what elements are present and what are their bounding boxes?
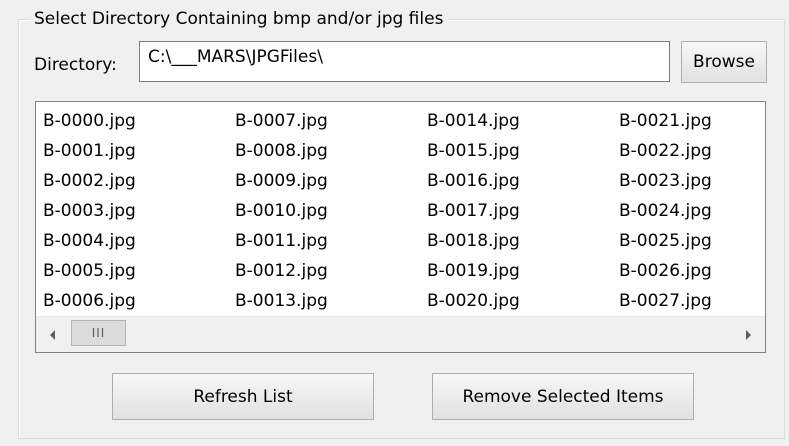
list-item[interactable]: B-0014.jpg: [423, 106, 603, 136]
list-item[interactable]: B-0021.jpg: [615, 106, 765, 136]
horizontal-scrollbar[interactable]: III: [36, 316, 765, 352]
groupbox-title: Select Directory Containing bmp and/or j…: [30, 6, 448, 32]
list-item[interactable]: B-0009.jpg: [231, 166, 411, 196]
file-list-column: B-0014.jpg B-0015.jpg B-0016.jpg B-0017.…: [423, 106, 603, 316]
list-item[interactable]: B-0020.jpg: [423, 286, 603, 316]
refresh-list-button[interactable]: Refresh List: [112, 373, 374, 420]
file-list-viewport: B-0000.jpg B-0001.jpg B-0002.jpg B-0003.…: [36, 102, 765, 316]
list-item[interactable]: B-0006.jpg: [39, 286, 219, 316]
list-item[interactable]: B-0007.jpg: [231, 106, 411, 136]
list-item[interactable]: B-0027.jpg: [615, 286, 765, 316]
list-item[interactable]: B-0010.jpg: [231, 196, 411, 226]
directory-input[interactable]: C:\___MARS\JPGFiles\: [139, 41, 670, 82]
directory-label: Directory:: [34, 55, 117, 75]
list-item[interactable]: B-0026.jpg: [615, 256, 765, 286]
list-item[interactable]: B-0025.jpg: [615, 226, 765, 256]
list-item[interactable]: B-0001.jpg: [39, 136, 219, 166]
remove-selected-items-button[interactable]: Remove Selected Items: [432, 373, 694, 420]
file-list-column: B-0021.jpg B-0022.jpg B-0023.jpg B-0024.…: [615, 106, 765, 316]
list-item[interactable]: B-0005.jpg: [39, 256, 219, 286]
file-list-column: B-0000.jpg B-0001.jpg B-0002.jpg B-0003.…: [39, 106, 219, 316]
file-listbox[interactable]: B-0000.jpg B-0001.jpg B-0002.jpg B-0003.…: [35, 101, 766, 353]
list-item[interactable]: B-0015.jpg: [423, 136, 603, 166]
scroll-left-arrow-icon[interactable]: [50, 330, 55, 340]
scrollbar-thumb[interactable]: III: [71, 320, 126, 346]
list-item[interactable]: B-0013.jpg: [231, 286, 411, 316]
file-list-column: B-0007.jpg B-0008.jpg B-0009.jpg B-0010.…: [231, 106, 411, 316]
list-item[interactable]: B-0018.jpg: [423, 226, 603, 256]
list-item[interactable]: B-0002.jpg: [39, 166, 219, 196]
list-item[interactable]: B-0012.jpg: [231, 256, 411, 286]
scroll-right-arrow-icon[interactable]: [746, 330, 751, 340]
list-item[interactable]: B-0000.jpg: [39, 106, 219, 136]
browse-button[interactable]: Browse: [681, 41, 767, 83]
list-item[interactable]: B-0022.jpg: [615, 136, 765, 166]
list-item[interactable]: B-0019.jpg: [423, 256, 603, 286]
list-item[interactable]: B-0003.jpg: [39, 196, 219, 226]
list-item[interactable]: B-0024.jpg: [615, 196, 765, 226]
list-item[interactable]: B-0023.jpg: [615, 166, 765, 196]
list-item[interactable]: B-0017.jpg: [423, 196, 603, 226]
list-item[interactable]: B-0008.jpg: [231, 136, 411, 166]
list-item[interactable]: B-0004.jpg: [39, 226, 219, 256]
list-item[interactable]: B-0011.jpg: [231, 226, 411, 256]
list-item[interactable]: B-0016.jpg: [423, 166, 603, 196]
